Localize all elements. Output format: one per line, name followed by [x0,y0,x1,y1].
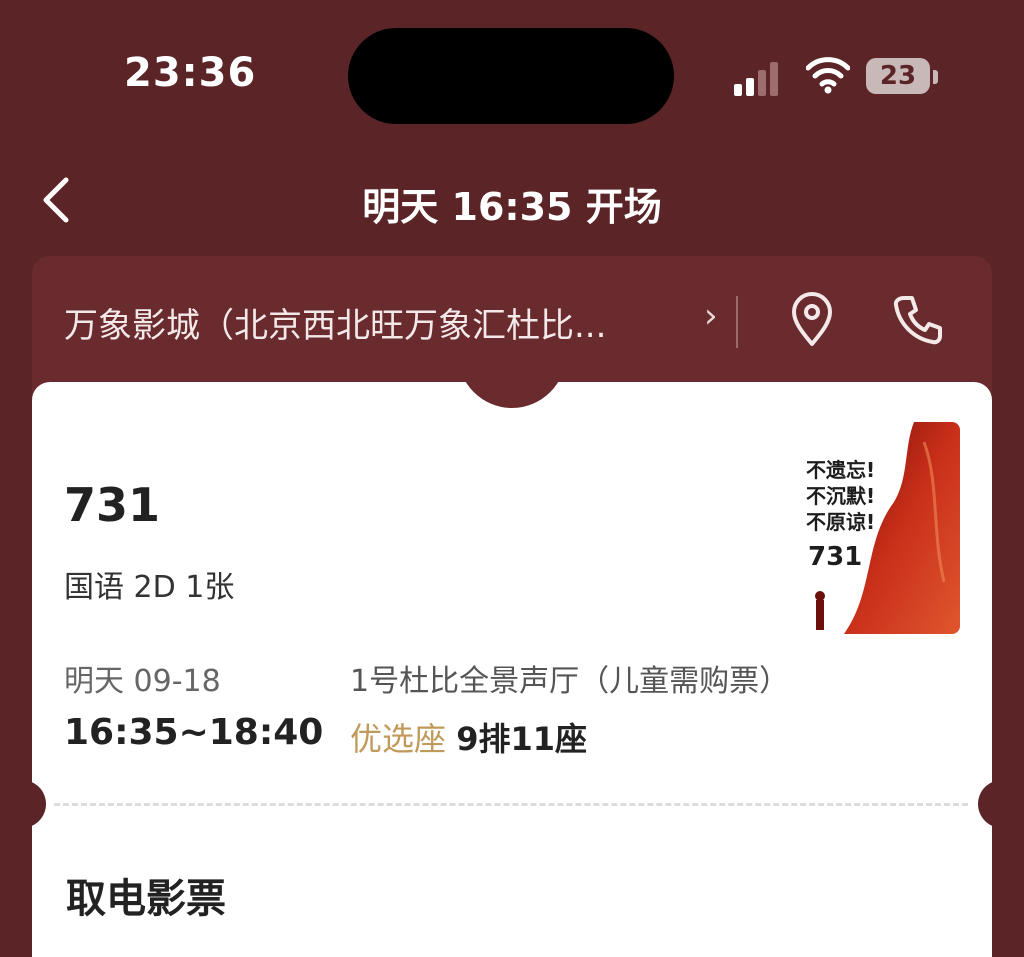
status-icons: 23 [730,54,950,98]
ticket-notch-left [0,780,46,828]
cinema-name[interactable]: 万象影城（北京西北旺万象汇杜比... [64,298,694,347]
poster-title: 731 [808,542,863,572]
location-pin-icon[interactable] [788,292,836,348]
movie-meta: 国语 2D 1张 [64,570,235,605]
cellular-signal-icon [734,58,786,96]
dynamic-island [348,28,674,124]
pickup-section-title: 取电影票 [66,876,226,922]
poster-slogan-3: 不原谅! [806,510,876,534]
ticket-divider [54,803,968,806]
seat-tag: 优选座 [350,720,447,758]
show-date: 明天 09-18 [64,664,221,699]
page-title: 明天 16:35 开场 [362,185,662,229]
chevron-right-icon[interactable]: › [704,296,718,336]
divider [736,296,738,348]
seat-info: 优选座 9排11座 [350,714,587,760]
hall-name: 1号杜比全景声厅（儿童需购票） [350,664,790,699]
movie-title: 731 [64,478,161,532]
poster-slogan-2: 不沉默! [806,484,876,508]
ticket-notch-right [978,780,1024,828]
phone-icon[interactable] [892,294,944,346]
wifi-icon [806,57,850,94]
battery-icon: 23 [866,58,930,94]
movie-poster[interactable]: 不遗忘! 不沉默! 不原谅! 731 [804,422,960,634]
status-time: 23:36 [124,50,257,96]
poster-slogan-1: 不遗忘! [806,458,876,482]
battery-cap [933,70,938,84]
seat-position: 9排11座 [456,720,587,758]
show-time-range: 16:35~18:40 [64,712,324,753]
